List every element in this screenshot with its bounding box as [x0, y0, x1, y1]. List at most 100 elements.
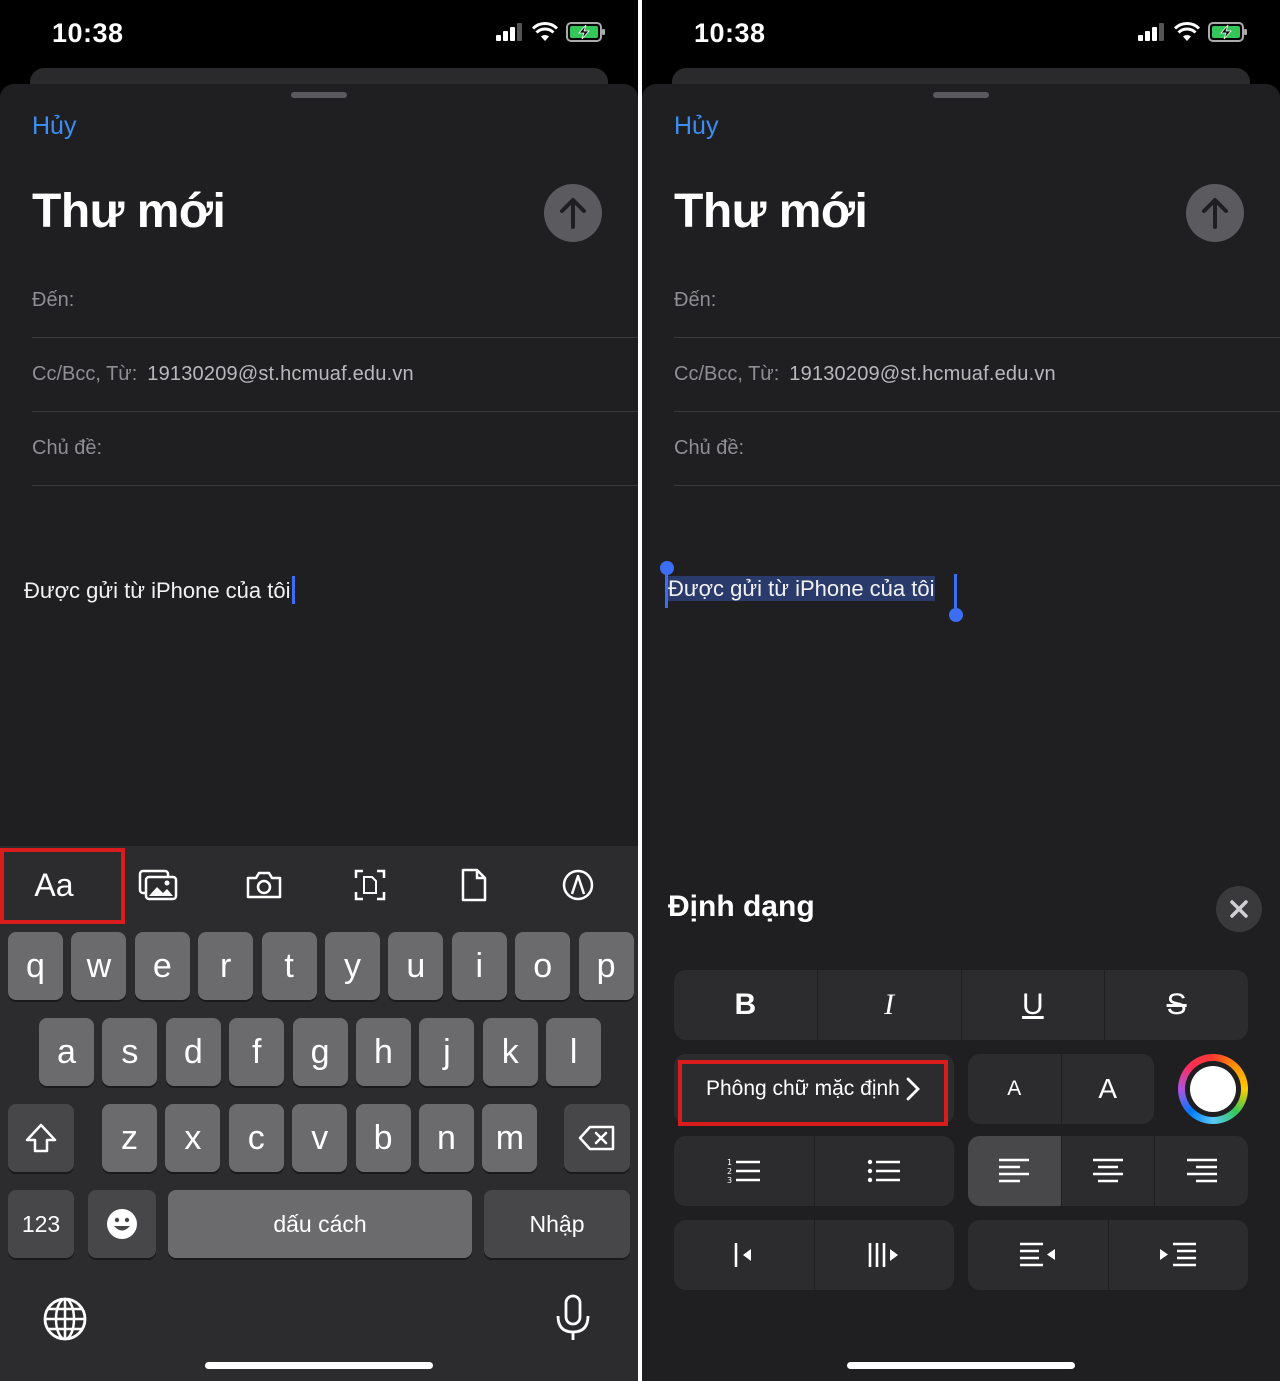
key-n[interactable]: n: [419, 1104, 474, 1172]
status-bar: 10:38: [0, 0, 638, 70]
send-button[interactable]: [544, 184, 602, 242]
key-o[interactable]: o: [515, 932, 571, 1000]
increase-quote-button[interactable]: [815, 1220, 955, 1290]
underline-button[interactable]: U: [962, 970, 1106, 1040]
align-right-button[interactable]: [1155, 1136, 1248, 1206]
shift-key[interactable]: [8, 1104, 74, 1172]
body-text: Được gửi từ iPhone của tôi: [24, 578, 291, 603]
home-indicator[interactable]: [205, 1362, 433, 1369]
decrease-indent-button[interactable]: [968, 1220, 1109, 1290]
decrease-quote-button[interactable]: [674, 1220, 815, 1290]
message-body[interactable]: Được gửi từ iPhone của tôi: [668, 576, 935, 602]
decrease-font-button[interactable]: A: [968, 1054, 1062, 1124]
selection-end-handle[interactable]: [949, 608, 963, 622]
increase-font-button[interactable]: A: [1062, 1054, 1155, 1124]
key-e[interactable]: e: [134, 932, 190, 1000]
key-j[interactable]: j: [419, 1018, 475, 1086]
key-g[interactable]: g: [292, 1018, 348, 1086]
delete-key[interactable]: [564, 1104, 630, 1172]
key-y[interactable]: y: [325, 932, 380, 1000]
left-screen: 10:38 Hủy Thư mới Đến: Cc/Bcc, Từ: 191302…: [0, 0, 638, 1381]
sheet-grabber[interactable]: [291, 92, 347, 98]
key-q[interactable]: q: [8, 932, 63, 1000]
selected-text: Được gửi từ iPhone của tôi: [668, 576, 935, 601]
bulleted-list-button[interactable]: [815, 1136, 955, 1206]
subject-label: Chủ đề:: [674, 437, 745, 459]
photo-library-button[interactable]: [106, 846, 210, 924]
cellular-signal-icon: [496, 23, 522, 41]
markup-button[interactable]: [526, 846, 630, 924]
align-left-icon: [999, 1158, 1030, 1183]
key-x[interactable]: x: [165, 1104, 221, 1172]
to-label: Đến:: [674, 289, 717, 311]
numbers-key[interactable]: 123: [8, 1190, 74, 1258]
key-t[interactable]: t: [261, 932, 317, 1000]
return-key[interactable]: Nhập: [484, 1190, 630, 1258]
cellular-signal-icon: [1138, 23, 1164, 41]
scan-document-icon: [354, 869, 386, 901]
key-a[interactable]: a: [39, 1018, 94, 1086]
cancel-button[interactable]: Hủy: [674, 112, 718, 141]
key-l[interactable]: l: [546, 1018, 602, 1086]
globe-button[interactable]: [42, 1296, 88, 1347]
space-key[interactable]: dấu cách: [168, 1190, 472, 1258]
text-cursor: [291, 576, 295, 604]
emoji-key[interactable]: [88, 1190, 156, 1258]
bold-button[interactable]: B: [674, 970, 818, 1040]
key-p[interactable]: p: [578, 932, 634, 1000]
key-h[interactable]: h: [356, 1018, 411, 1086]
keyboard-toolbar: Aa: [0, 846, 638, 928]
send-button[interactable]: [1186, 184, 1244, 242]
numbered-list-button[interactable]: 123: [674, 1136, 815, 1206]
key-z[interactable]: z: [102, 1104, 157, 1172]
color-picker-button[interactable]: [1178, 1054, 1248, 1124]
arrow-up-icon: [560, 198, 586, 229]
list-style-row: 123: [674, 1136, 954, 1206]
svg-text:1: 1: [727, 1158, 732, 1167]
sheet-grabber[interactable]: [933, 92, 989, 98]
cc-from-field[interactable]: Cc/Bcc, Từ: 19130209@st.hcmuaf.edu.vn: [32, 338, 638, 412]
key-d[interactable]: d: [165, 1018, 221, 1086]
from-value: 19130209@st.hcmuaf.edu.vn: [147, 363, 414, 385]
cancel-button[interactable]: Hủy: [32, 112, 76, 141]
home-indicator[interactable]: [847, 1362, 1075, 1369]
outdent-icon: [1019, 1242, 1055, 1267]
battery-charging-icon: [566, 22, 605, 42]
align-center-icon: [1093, 1158, 1123, 1183]
highlight-box: [678, 1060, 948, 1126]
bulleted-list-icon: [868, 1159, 901, 1183]
key-b[interactable]: b: [355, 1104, 411, 1172]
key-k[interactable]: k: [482, 1018, 538, 1086]
align-right-icon: [1186, 1158, 1217, 1183]
subject-field[interactable]: Chủ đề:: [674, 412, 1280, 486]
italic-button[interactable]: I: [818, 970, 962, 1040]
close-format-button[interactable]: [1216, 886, 1262, 932]
attach-file-button[interactable]: [422, 846, 526, 924]
key-u[interactable]: u: [388, 932, 444, 1000]
dictation-button[interactable]: [554, 1294, 592, 1347]
from-value: 19130209@st.hcmuaf.edu.vn: [789, 363, 1056, 385]
alignment-row: [968, 1136, 1248, 1206]
key-m[interactable]: m: [482, 1104, 538, 1172]
key-i[interactable]: i: [451, 932, 507, 1000]
message-body[interactable]: Được gửi từ iPhone của tôi: [24, 576, 295, 604]
align-center-button[interactable]: [1062, 1136, 1156, 1206]
strikethrough-button[interactable]: S: [1105, 970, 1248, 1040]
battery-charging-icon: [1208, 22, 1247, 42]
cc-from-field[interactable]: Cc/Bcc, Từ: 19130209@st.hcmuaf.edu.vn: [674, 338, 1280, 412]
key-s[interactable]: s: [102, 1018, 158, 1086]
key-f[interactable]: f: [229, 1018, 285, 1086]
key-r[interactable]: r: [198, 932, 254, 1000]
camera-button[interactable]: [212, 846, 316, 924]
subject-field[interactable]: Chủ đề:: [32, 412, 638, 486]
status-time: 10:38: [694, 18, 766, 48]
key-w[interactable]: w: [71, 932, 127, 1000]
key-c[interactable]: c: [228, 1104, 284, 1172]
key-v[interactable]: v: [292, 1104, 348, 1172]
increase-indent-button[interactable]: [1109, 1220, 1249, 1290]
to-field[interactable]: Đến:: [674, 264, 1280, 338]
compose-title: Thư mới: [32, 185, 226, 238]
align-left-button[interactable]: [968, 1136, 1062, 1206]
to-field[interactable]: Đến:: [32, 264, 638, 338]
scan-document-button[interactable]: [318, 846, 422, 924]
